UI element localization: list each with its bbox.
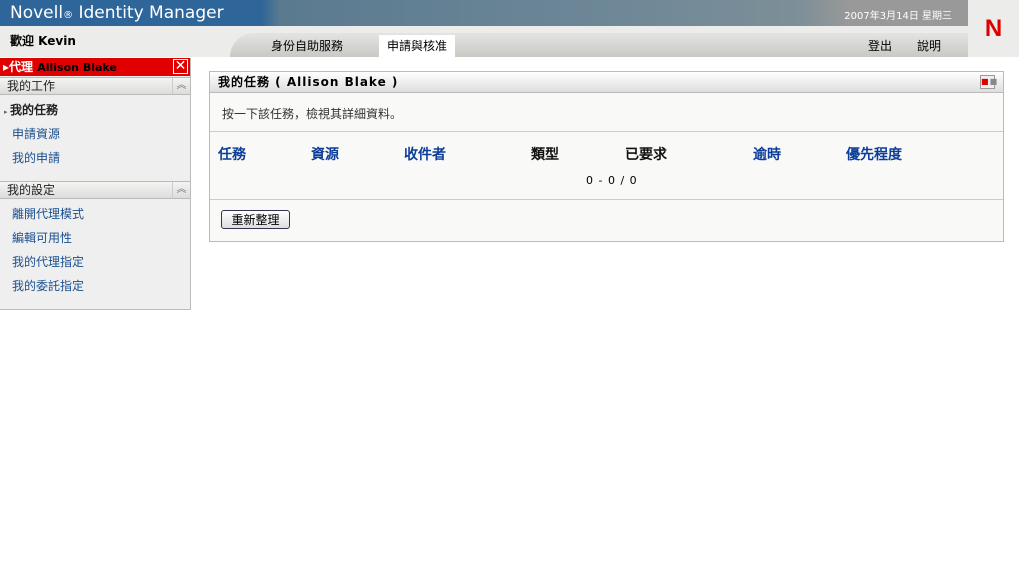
section-my-work: 我的工作 ︽ xyxy=(0,77,190,95)
top-banner: Novell® Identity Manager 2007年3月14日 星期三 xyxy=(0,0,968,26)
close-proxy-icon[interactable]: ✕ xyxy=(173,59,188,74)
proxy-bar: ▸代理 Allison Blake ✕ xyxy=(0,58,190,76)
refresh-button[interactable]: 重新整理 xyxy=(221,210,290,229)
sidebar: ▸代理 Allison Blake ✕ 我的工作 ︽ ▸ 我的任務 申請資源 我的… xyxy=(0,58,191,310)
column-resource[interactable]: 資源 xyxy=(311,144,339,164)
sidebar-item-request-resources[interactable]: 申請資源 xyxy=(12,125,60,142)
sidebar-item-my-requests[interactable]: 我的申請 xyxy=(12,149,60,166)
date-display: 2007年3月14日 星期三 xyxy=(844,11,952,22)
collapse-icon[interactable]: ︽ xyxy=(172,78,190,94)
column-requested: 已要求 xyxy=(625,147,667,163)
panel-title: 我的任務 ( Allison Blake ) ■■ xyxy=(210,72,1003,93)
column-task[interactable]: 任務 xyxy=(218,144,246,164)
novell-logo: N xyxy=(968,0,1019,57)
sidebar-item-edit-availability[interactable]: 編輯可用性 xyxy=(12,229,72,246)
divider xyxy=(210,131,1003,132)
panel-menu-icon[interactable]: ■■ xyxy=(980,75,997,89)
sidebar-item-my-tasks[interactable]: ▸ 我的任務 xyxy=(4,101,58,118)
proxy-name: Allison Blake xyxy=(37,61,117,74)
column-overdue[interactable]: 逾時 xyxy=(753,144,781,164)
proxy-label: 代理 xyxy=(9,60,34,74)
sidebar-item-leave-proxy[interactable]: 離開代理模式 xyxy=(12,205,84,222)
divider xyxy=(210,199,1003,200)
tab-requests-approvals[interactable]: 申請與核准 xyxy=(379,35,456,57)
column-recipient[interactable]: 收件者 xyxy=(404,144,446,164)
column-type: 類型 xyxy=(531,147,559,163)
my-tasks-panel: 我的任務 ( Allison Blake ) ■■ 按一下該任務，檢視其詳細資料… xyxy=(209,71,1004,242)
logout-link[interactable]: 登出 xyxy=(860,35,900,57)
column-priority[interactable]: 優先程度 xyxy=(846,144,902,164)
help-link[interactable]: 說明 xyxy=(909,35,949,57)
tab-self-service[interactable]: 身份自助服務 xyxy=(263,35,351,57)
section-my-settings: 我的設定 ︽ xyxy=(0,181,190,199)
panel-description: 按一下該任務，檢視其詳細資料。 xyxy=(222,107,403,121)
welcome-text: 歡迎 Kevin xyxy=(10,34,76,48)
app-title: Novell® Identity Manager xyxy=(10,3,224,23)
sidebar-item-proxy-assignments[interactable]: 我的代理指定 xyxy=(12,253,84,270)
collapse-icon[interactable]: ︽ xyxy=(172,182,190,198)
result-count: 0 - 0 / 0 xyxy=(586,174,638,187)
sidebar-item-delegate-assignments[interactable]: 我的委託指定 xyxy=(12,277,84,294)
